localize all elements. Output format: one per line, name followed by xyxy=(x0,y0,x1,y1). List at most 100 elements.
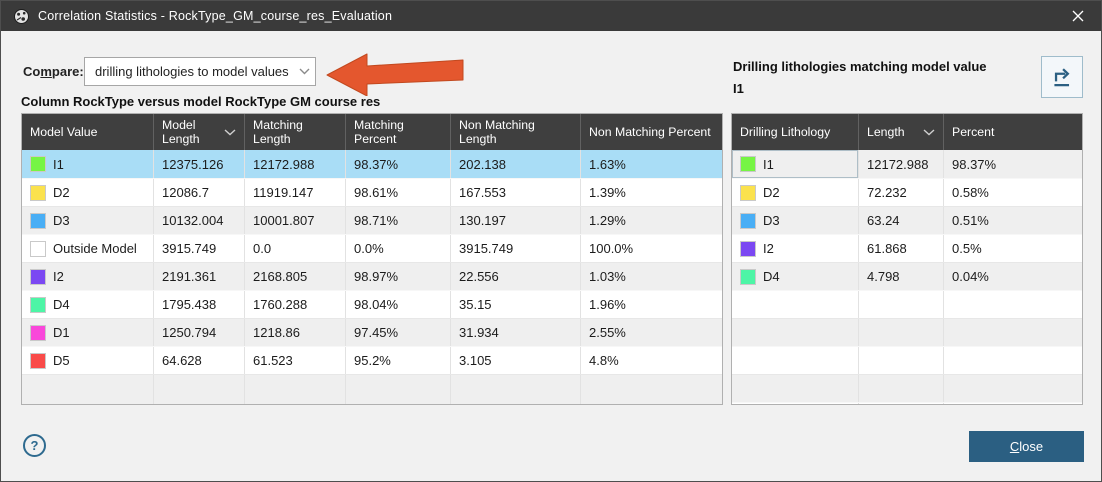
value-cell: 1218.86 xyxy=(244,319,345,346)
empty-cell xyxy=(858,403,943,405)
sort-descending-icon xyxy=(923,129,935,136)
value-cell: 2168.805 xyxy=(244,263,345,290)
correlation-stats-icon xyxy=(13,8,30,25)
lithology-label: I2 xyxy=(763,241,774,256)
compare-dropdown[interactable]: drilling lithologies to model values xyxy=(84,57,316,86)
right-table-heading-value: I1 xyxy=(733,81,744,96)
color-swatch xyxy=(740,213,756,229)
value-cell: 98.37% xyxy=(943,150,1083,178)
empty-cell xyxy=(732,375,858,402)
value-cell: 4.8% xyxy=(580,347,723,374)
table-row-empty xyxy=(22,374,722,405)
empty-cell xyxy=(732,347,858,374)
table-row-d4[interactable]: D41795.4381760.28898.04%35.151.96% xyxy=(22,290,722,318)
empty-cell xyxy=(153,375,244,405)
chevron-down-icon xyxy=(293,68,315,75)
empty-cell xyxy=(580,375,723,405)
value-cell: 0.04% xyxy=(943,263,1083,290)
value-cell: 1760.288 xyxy=(244,291,345,318)
empty-cell xyxy=(450,375,580,405)
value-cell: 1795.438 xyxy=(153,291,244,318)
value-cell: 1.39% xyxy=(580,179,723,206)
column-header-model-length[interactable]: Model Length xyxy=(153,114,244,150)
value-cell: 12086.7 xyxy=(153,179,244,206)
value-cell: 98.61% xyxy=(345,179,450,206)
table-row-i2[interactable]: I22191.3612168.80598.97%22.5561.03% xyxy=(22,262,722,290)
table-row-i1[interactable]: I112375.12612172.98898.37%202.1381.63% xyxy=(22,150,722,178)
column-header-length[interactable]: Length xyxy=(858,114,943,150)
lithology-label: D2 xyxy=(763,185,780,200)
table-row-empty xyxy=(732,318,1082,346)
empty-cell xyxy=(943,375,1083,402)
table-row-d3[interactable]: D310132.00410001.80798.71%130.1971.29% xyxy=(22,206,722,234)
color-swatch xyxy=(740,269,756,285)
column-header-drilling-lithology[interactable]: Drilling Lithology xyxy=(732,114,858,150)
empty-cell xyxy=(244,375,345,405)
value-cell: 10001.807 xyxy=(244,207,345,234)
value-cell: 2191.361 xyxy=(153,263,244,290)
lithology-label: I2 xyxy=(53,269,64,284)
table-row-i1[interactable]: I112172.98898.37% xyxy=(732,150,1082,178)
table-header-row: Drilling LithologyLengthPercent xyxy=(732,114,1082,150)
value-cell: 98.71% xyxy=(345,207,450,234)
table-row-d3[interactable]: D363.240.51% xyxy=(732,206,1082,234)
table-row-d1[interactable]: D11250.7941218.8697.45%31.9342.55% xyxy=(22,318,722,346)
table-row-d5[interactable]: D564.62861.52395.2%3.1054.8% xyxy=(22,346,722,374)
empty-cell xyxy=(732,319,858,346)
value-cell: 0.0 xyxy=(244,235,345,262)
table-row-i2[interactable]: I261.8680.5% xyxy=(732,234,1082,262)
empty-cell xyxy=(943,403,1083,405)
window-close-button[interactable] xyxy=(1055,1,1101,31)
compare-dropdown-value: drilling lithologies to model values xyxy=(85,64,293,79)
table-header-row: Model ValueModel LengthMatching LengthMa… xyxy=(22,114,722,150)
export-button[interactable] xyxy=(1041,56,1083,98)
column-header-model-value[interactable]: Model Value xyxy=(22,114,153,150)
color-swatch xyxy=(30,213,46,229)
value-cell: 202.138 xyxy=(450,150,580,178)
annotation-arrow xyxy=(325,52,465,96)
lithology-label: D2 xyxy=(53,185,70,200)
lithology-cell: D1 xyxy=(22,319,153,346)
value-cell: 4.798 xyxy=(858,263,943,290)
value-cell: 31.934 xyxy=(450,319,580,346)
empty-cell xyxy=(858,375,943,402)
column-header-non-matching-length[interactable]: Non Matching Length xyxy=(450,114,580,150)
close-button[interactable]: Close xyxy=(969,431,1084,462)
table-row-d2[interactable]: D272.2320.58% xyxy=(732,178,1082,206)
compare-label: Compare: xyxy=(23,64,84,79)
lithology-label: D3 xyxy=(763,213,780,228)
help-button[interactable]: ? xyxy=(23,434,46,457)
color-swatch xyxy=(30,269,46,285)
color-swatch xyxy=(740,241,756,257)
value-cell: 12375.126 xyxy=(153,150,244,178)
value-cell: 11919.147 xyxy=(244,179,345,206)
value-cell: 1.29% xyxy=(580,207,723,234)
empty-cell xyxy=(858,347,943,374)
value-cell: 2.55% xyxy=(580,319,723,346)
value-cell: 12172.988 xyxy=(244,150,345,178)
color-swatch xyxy=(30,241,46,257)
table-row-empty xyxy=(732,374,1082,402)
value-cell: 0.5% xyxy=(943,235,1083,262)
table-row-d4[interactable]: D44.7980.04% xyxy=(732,262,1082,290)
table-row-outside-model[interactable]: Outside Model3915.7490.00.0%3915.749100.… xyxy=(22,234,722,262)
color-swatch xyxy=(30,185,46,201)
value-cell: 97.45% xyxy=(345,319,450,346)
value-cell: 98.37% xyxy=(345,150,450,178)
value-cell: 98.04% xyxy=(345,291,450,318)
lithology-cell: I1 xyxy=(732,150,858,178)
column-header-non-matching-percent[interactable]: Non Matching Percent xyxy=(580,114,723,150)
lithology-label: D3 xyxy=(53,213,70,228)
lithology-label: D1 xyxy=(53,325,70,340)
column-header-matching-percent[interactable]: Matching Percent xyxy=(345,114,450,150)
column-header-matching-length[interactable]: Matching Length xyxy=(244,114,345,150)
lithology-cell: I2 xyxy=(22,263,153,290)
value-cell: 63.24 xyxy=(858,207,943,234)
value-cell: 100.0% xyxy=(580,235,723,262)
drilling-lithology-table: Drilling LithologyLengthPercentI112172.9… xyxy=(731,113,1083,405)
value-cell: 1.63% xyxy=(580,150,723,178)
value-cell: 1.03% xyxy=(580,263,723,290)
column-header-percent[interactable]: Percent xyxy=(943,114,1083,150)
value-cell: 64.628 xyxy=(153,347,244,374)
table-row-d2[interactable]: D212086.711919.14798.61%167.5531.39% xyxy=(22,178,722,206)
